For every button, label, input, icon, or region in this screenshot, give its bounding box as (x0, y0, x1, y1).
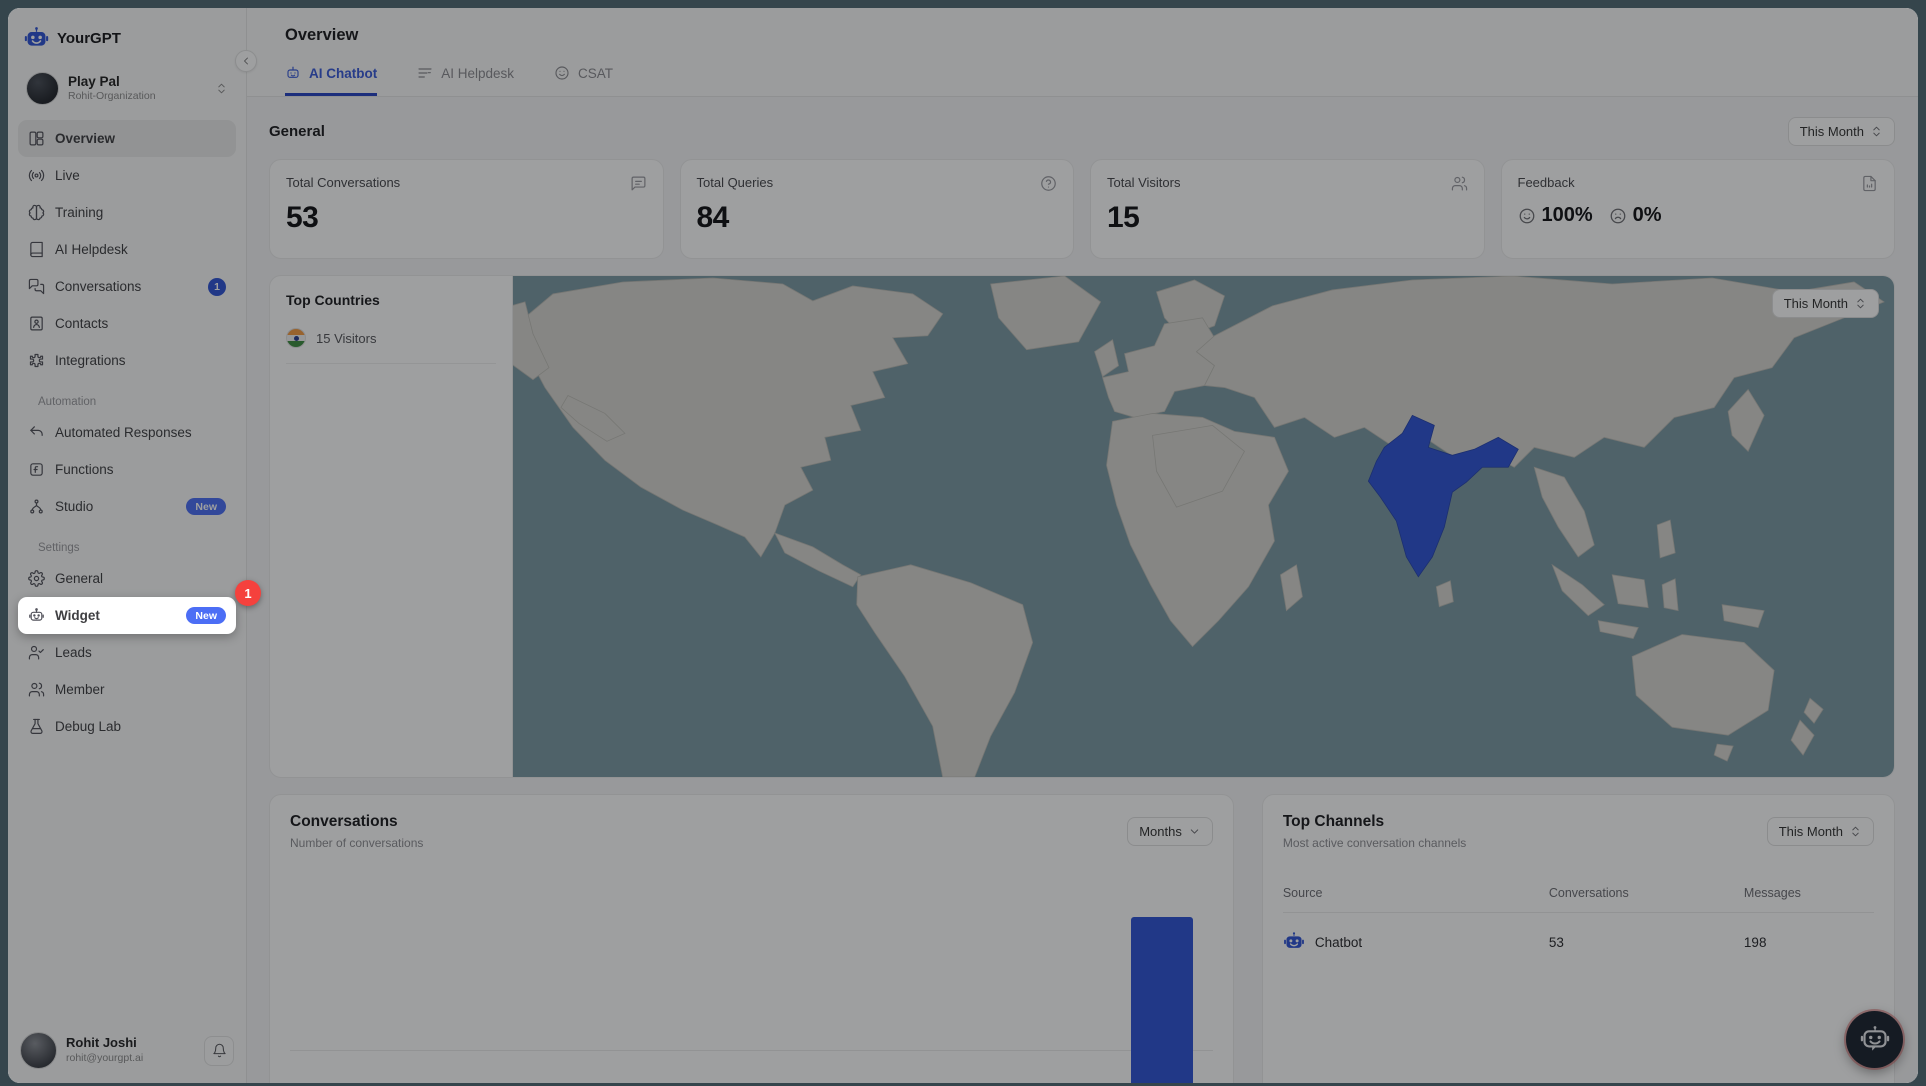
widget-robot-icon (28, 607, 45, 624)
app-window: YourGPT Play Pal Rohit-Organization Over… (8, 8, 1918, 1083)
sidebar-item-widget[interactable]: Widget New 1 (18, 597, 236, 634)
tour-dim-overlay (8, 8, 1918, 1083)
tour-step-badge: 1 (235, 580, 261, 606)
widget-new-badge: New (186, 607, 226, 624)
sidebar-item-label: Widget (55, 608, 176, 623)
